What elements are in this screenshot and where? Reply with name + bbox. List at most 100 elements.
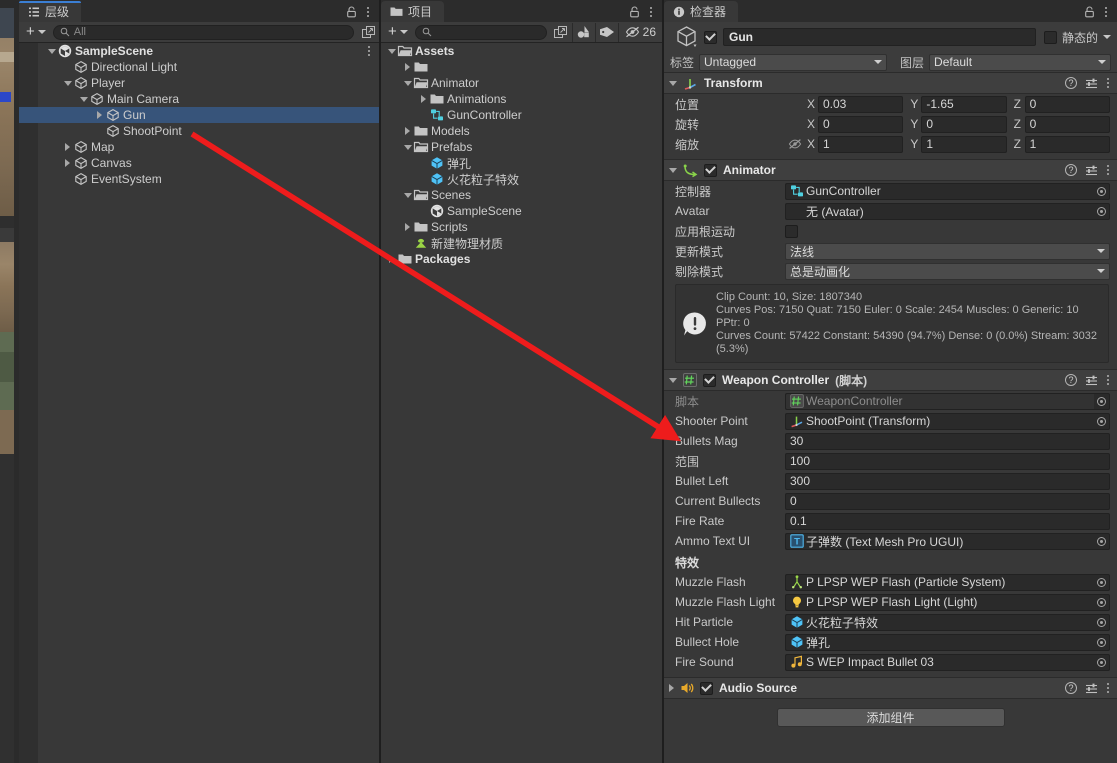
help-icon[interactable]: ?	[1065, 164, 1077, 176]
expand-arrow-icon[interactable]	[669, 684, 674, 692]
weapon-effect-object-field[interactable]: S WEP Impact Bullet 03	[785, 653, 1094, 671]
hierarchy-item[interactable]: EventSystem	[19, 171, 379, 187]
animator-dropdown[interactable]: 总是动画化	[785, 262, 1110, 280]
project-item[interactable]: Models	[381, 123, 662, 139]
project-add-button[interactable]: +	[381, 24, 415, 39]
collapse-arrow-icon[interactable]	[669, 377, 677, 383]
weapon-controller-enabled-checkbox[interactable]	[703, 373, 716, 387]
project-item[interactable]: Animator	[381, 75, 662, 91]
help-icon[interactable]: ?	[1065, 374, 1077, 386]
object-picker-button[interactable]	[1094, 573, 1110, 591]
static-checkbox[interactable]	[1043, 30, 1057, 44]
object-picker-button[interactable]	[1094, 412, 1110, 430]
tab-project[interactable]: 项目	[381, 1, 445, 22]
kebab-menu-icon[interactable]	[1106, 681, 1110, 695]
hierarchy-item[interactable]: Gun	[19, 107, 379, 123]
collapse-arrow-icon[interactable]	[403, 192, 412, 198]
project-item[interactable]: SampleScene	[381, 203, 662, 219]
weapon-effect-object-field[interactable]: P LPSP WEP Flash (Particle System)	[785, 573, 1094, 591]
kebab-menu-icon[interactable]	[367, 44, 371, 58]
object-picker-button[interactable]	[1094, 182, 1110, 200]
collapse-arrow-icon[interactable]	[403, 144, 412, 150]
kebab-menu-icon[interactable]	[1106, 76, 1110, 90]
component-header-weapon-controller[interactable]: Weapon Controller (脚本) ?	[664, 369, 1117, 391]
weapon-effect-object-field[interactable]: 火花粒子特效	[785, 613, 1094, 631]
hidden-packages-count[interactable]: 26	[619, 23, 662, 42]
tag-dropdown[interactable]: Untagged	[699, 53, 888, 71]
object-picker-button[interactable]	[1094, 202, 1110, 220]
expand-arrow-icon[interactable]	[65, 143, 70, 151]
tab-hierarchy[interactable]: 层级	[19, 1, 82, 22]
collapse-arrow-icon[interactable]	[79, 96, 88, 102]
layer-dropdown[interactable]: Default	[929, 53, 1111, 71]
object-picker-button[interactable]	[1094, 593, 1110, 611]
project-item[interactable]: Assets	[381, 43, 662, 59]
collapse-arrow-icon[interactable]	[669, 167, 677, 173]
weapon-effect-object-field[interactable]: P LPSP WEP Flash Light (Light)	[785, 593, 1094, 611]
component-header-animator[interactable]: Animator ?	[664, 159, 1117, 181]
animator-checkbox[interactable]	[785, 224, 798, 238]
kebab-menu-icon[interactable]	[1106, 163, 1110, 177]
collapse-arrow-icon[interactable]	[669, 80, 677, 86]
lock-icon[interactable]	[629, 6, 640, 18]
object-picker-button[interactable]	[1094, 532, 1110, 550]
hierarchy-item[interactable]: SampleScene	[19, 43, 379, 59]
hierarchy-item[interactable]: Map	[19, 139, 379, 155]
object-picker-button[interactable]	[1094, 613, 1110, 631]
transform-y-field[interactable]: -1.65	[921, 95, 1007, 113]
animator-enabled-checkbox[interactable]	[704, 163, 717, 177]
component-header-transform[interactable]: Transform ?	[664, 72, 1117, 94]
preset-icon[interactable]	[1085, 77, 1098, 90]
filter-by-label-icon[interactable]	[596, 23, 618, 42]
weapon-text-field[interactable]: 300	[785, 472, 1110, 490]
static-dropdown-icon[interactable]	[1103, 35, 1111, 39]
gameobject-name-field[interactable]: Gun	[723, 28, 1036, 46]
lock-icon[interactable]	[346, 6, 357, 18]
expand-arrow-icon[interactable]	[405, 127, 410, 135]
hierarchy-item[interactable]: Canvas	[19, 155, 379, 171]
expand-arrow-icon[interactable]	[97, 111, 102, 119]
gameobject-enabled-checkbox[interactable]	[704, 30, 717, 44]
hierarchy-item[interactable]: Main Camera	[19, 91, 379, 107]
help-icon[interactable]: ?	[1065, 682, 1077, 694]
animator-object-field[interactable]: GunController	[785, 182, 1094, 200]
expand-arrow-icon[interactable]	[389, 255, 394, 263]
transform-z-field[interactable]: 1	[1024, 135, 1110, 153]
transform-z-field[interactable]: 0	[1024, 95, 1110, 113]
expand-arrow-icon[interactable]	[65, 159, 70, 167]
component-header-audio-source[interactable]: Audio Source ?	[664, 677, 1117, 699]
transform-y-field[interactable]: 0	[921, 115, 1007, 133]
preset-icon[interactable]	[1085, 164, 1098, 177]
project-item[interactable]: Scenes	[381, 187, 662, 203]
hierarchy-item[interactable]: ShootPoint	[19, 123, 379, 139]
kebab-menu-icon[interactable]	[1106, 373, 1110, 387]
hierarchy-item[interactable]: Directional Light	[19, 59, 379, 75]
weapon-text-field[interactable]: 30	[785, 432, 1110, 450]
transform-x-field[interactable]: 1	[818, 135, 904, 153]
hierarchy-tree[interactable]: SampleScene Directional Light Player Mai…	[19, 43, 379, 763]
project-item[interactable]	[381, 59, 662, 75]
preset-icon[interactable]	[1085, 682, 1098, 695]
project-item[interactable]: Prefabs	[381, 139, 662, 155]
weapon-object-field[interactable]: T 子弹数 (Text Mesh Pro UGUI)	[785, 532, 1094, 550]
tab-inspector[interactable]: 检查器	[664, 1, 739, 22]
transform-z-field[interactable]: 0	[1024, 115, 1110, 133]
weapon-effect-object-field[interactable]: 弹孔	[785, 633, 1094, 651]
project-item[interactable]: Scripts	[381, 219, 662, 235]
add-component-button[interactable]: 添加组件	[776, 708, 1005, 727]
object-picker-button[interactable]	[1094, 392, 1110, 410]
weapon-text-field[interactable]: 100	[785, 452, 1110, 470]
expand-arrow-icon[interactable]	[405, 63, 410, 71]
filter-by-type-icon[interactable]	[573, 23, 595, 42]
project-item[interactable]: 新建物理材质	[381, 235, 662, 251]
project-item[interactable]: Animations	[381, 91, 662, 107]
project-item[interactable]: GunController	[381, 107, 662, 123]
audio-source-enabled-checkbox[interactable]	[700, 681, 713, 695]
collapse-arrow-icon[interactable]	[47, 48, 56, 54]
hierarchy-search-input[interactable]: All	[52, 24, 354, 40]
kebab-menu-icon[interactable]	[366, 5, 370, 19]
weapon-text-field[interactable]: 0.1	[785, 512, 1110, 530]
weapon-object-field[interactable]: ShootPoint (Transform)	[785, 412, 1094, 430]
project-search-input[interactable]	[414, 24, 547, 40]
project-item[interactable]: 火花粒子特效	[381, 171, 662, 187]
